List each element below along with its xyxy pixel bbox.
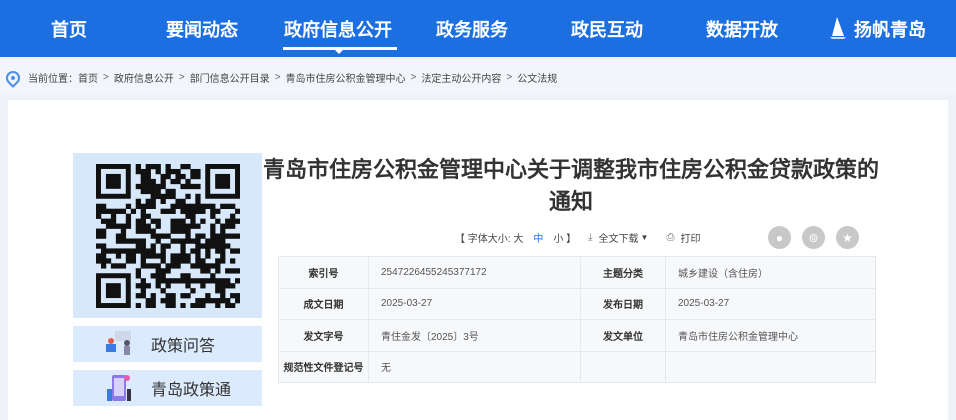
meta-value: 青住金发〔2025〕3号 [368, 319, 581, 352]
meta-value: 无 [368, 350, 581, 383]
meta-row: 发文字号 青住金发〔2025〕3号 发文单位 青岛市住房公积金管理中心 [278, 319, 876, 352]
meta-label [580, 350, 666, 383]
article-title: 青岛市住房公积金管理中心关于调整我市住房公积金贷款政策的通知 [262, 157, 879, 214]
meta-value: 青岛市住房公积金管理中心 [665, 319, 876, 352]
meta-value: 2025-03-27 [368, 287, 581, 320]
meta-label: 成文日期 [278, 287, 369, 320]
meta-label: 主题分类 [580, 256, 666, 289]
qr-code [73, 153, 262, 318]
meta-label: 索引号 [278, 256, 369, 289]
print-icon: ⎙ [666, 231, 675, 243]
nav-interaction[interactable]: 政民互动 [571, 16, 643, 42]
nav-home[interactable]: 首页 [51, 16, 87, 42]
meta-row: 成文日期 2025-03-27 发布日期 2025-03-27 [278, 287, 876, 320]
location-icon [3, 67, 23, 88]
meta-label: 发文字号 [278, 319, 369, 352]
nav-yangfan[interactable]: 扬帆青岛 [854, 16, 926, 42]
download-button[interactable]: 全文下载 [599, 230, 639, 245]
qingdao-policy-button[interactable]: 青岛政策通 [73, 370, 262, 406]
meta-row: 索引号 2547226455245377172 主题分类 城乡建设（含住房） [278, 256, 876, 289]
font-size-small[interactable]: 小 】 [553, 230, 576, 245]
breadcrumb: 当前位置： 首页 > 政府信息公开 > 部门信息公开目录 > 青岛市住房公积金管理中心… [0, 60, 956, 95]
policy-app-illustration-icon [107, 375, 131, 401]
breadcrumb-dept[interactable]: 青岛市住房公积金管理中心 [286, 70, 406, 85]
meta-row: 规范性文件登记号无 [278, 350, 876, 383]
meta-value: 2547226455245377172 [368, 256, 581, 289]
meta-label: 发布日期 [580, 287, 666, 320]
article-toolbar: 【 字体大小: 大 中 小 】 ⤓ 全文下载 ▼ ⎙ 打印 [455, 229, 700, 245]
download-icon: ⤓ [588, 231, 593, 243]
breadcrumb-gov-info[interactable]: 政府信息公开 [114, 70, 174, 85]
breadcrumb-statutory[interactable]: 法定主动公开内容 [421, 70, 501, 85]
wechat-share-icon[interactable]: ● [768, 226, 791, 249]
breadcrumb-prefix: 当前位置： [28, 74, 78, 85]
top-nav: 首页 要闻动态 政府信息公开 政务服务 政民互动 数据开放 扬帆青岛 [0, 0, 956, 57]
nav-gov-info[interactable]: 政府信息公开 [284, 16, 392, 42]
meta-value [665, 350, 876, 383]
font-size-medium[interactable]: 中 [533, 230, 543, 245]
qingdao-policy-label: 青岛政策通 [151, 382, 232, 399]
print-button[interactable]: 打印 [680, 230, 700, 245]
sail-icon [830, 17, 846, 39]
document-meta-table: 索引号 2547226455245377172 主题分类 城乡建设（含住房） 成文日期 2… [278, 256, 876, 383]
meta-value: 城乡建设（含住房） [665, 256, 876, 289]
meta-value: 2025-03-27 [665, 287, 876, 320]
nav-services[interactable]: 政务服务 [436, 16, 508, 42]
breadcrumb-dept-catalog[interactable]: 部门信息公开目录 [190, 70, 270, 85]
meta-label: 发文单位 [580, 319, 666, 352]
favorite-star-icon[interactable]: ★ [836, 226, 859, 249]
meta-label: 规范性文件登记号 [278, 350, 369, 383]
qr-code-image [95, 163, 240, 308]
nav-news[interactable]: 要闻动态 [166, 16, 238, 42]
policy-qa-button[interactable]: 政策问答 [73, 326, 262, 362]
font-size-large[interactable]: 【 字体大小: 大 [455, 230, 523, 245]
policy-qa-illustration-icon [106, 331, 131, 355]
breadcrumb-home[interactable]: 首页 [78, 70, 98, 85]
weibo-share-icon[interactable]: ⊚ [802, 226, 825, 249]
breadcrumb-docs[interactable]: 公文法规 [517, 70, 557, 85]
policy-qa-label: 政策问答 [151, 338, 216, 355]
nav-open-data[interactable]: 数据开放 [706, 16, 778, 42]
caret-down-icon: ▼ [640, 232, 649, 242]
active-indicator-arrow [335, 50, 343, 54]
